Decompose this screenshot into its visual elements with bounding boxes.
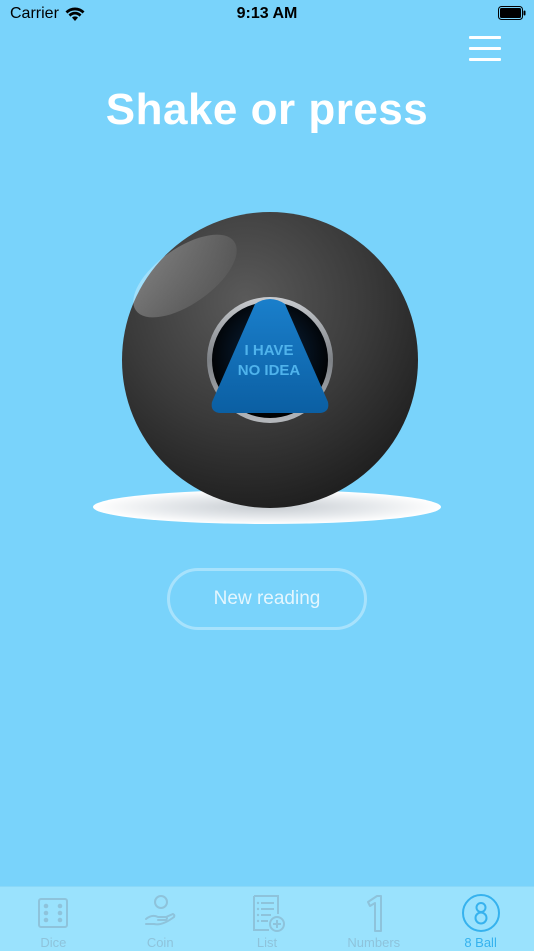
status-time: 9:13 AM	[236, 5, 298, 22]
list-add-icon	[252, 895, 285, 932]
tab-dice-label: Dice	[40, 935, 67, 950]
tab-numbers-label: Numbers	[347, 935, 401, 950]
tab-eight-ball[interactable]: 8 Ball	[427, 887, 534, 951]
new-reading-button[interactable]: New reading	[167, 568, 367, 630]
number-one-icon	[366, 895, 382, 932]
tab-eight-ball-label: 8 Ball	[464, 935, 497, 950]
dice-icon	[38, 898, 69, 928]
menu-button[interactable]	[469, 34, 501, 62]
status-bar: Carrier 9:13 AM	[0, 0, 534, 28]
tab-coin-label: Coin	[146, 935, 174, 950]
magic-eight-ball[interactable]: I HAVE NO IDEA	[0, 180, 534, 540]
tab-bar: Dice Coin List Numbers 8 Ball	[0, 886, 534, 951]
eight-ball-icon	[461, 894, 500, 932]
battery-icon	[498, 6, 526, 20]
tab-coin[interactable]: Coin	[107, 887, 214, 951]
tab-dice[interactable]: Dice	[0, 887, 107, 951]
coin-hand-icon	[145, 895, 176, 926]
answer-text-line1: I HAVE	[245, 342, 294, 359]
page-title: Shake or press	[105, 85, 429, 134]
answer-text-line2: NO IDEA	[238, 362, 301, 379]
tab-list[interactable]: List	[214, 887, 321, 951]
tab-numbers[interactable]: Numbers	[320, 887, 427, 951]
tab-list-label: List	[256, 935, 278, 950]
